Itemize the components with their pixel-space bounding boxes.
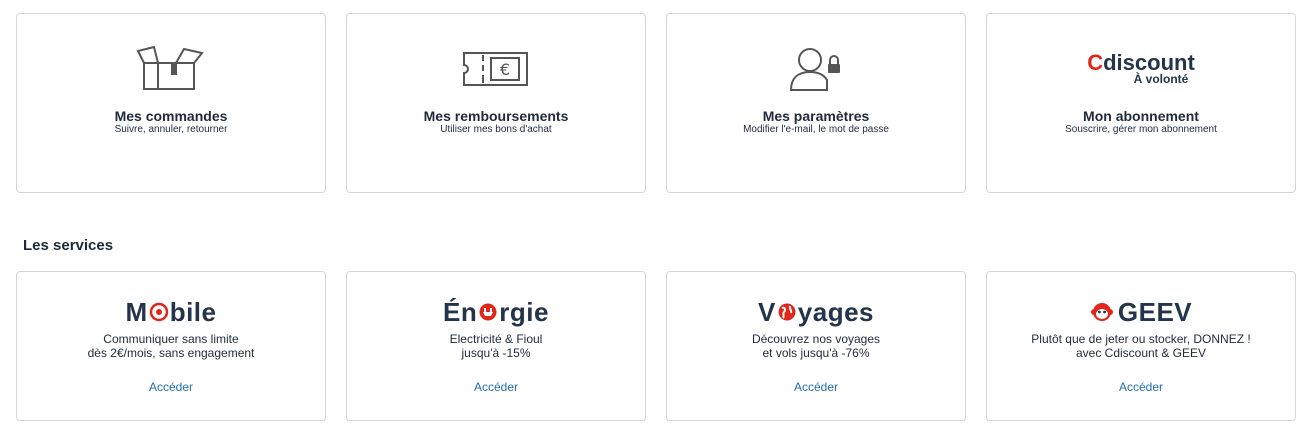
user-lock-icon <box>667 44 965 94</box>
box-icon <box>17 44 325 94</box>
globe-icon <box>778 303 796 321</box>
plug-icon <box>479 303 497 321</box>
geev-logo: GEEV <box>987 294 1295 330</box>
services-heading: Les services <box>23 237 114 254</box>
card-mes-commandes[interactable]: Mes commandes Suivre, annuler, retourner <box>16 13 326 193</box>
acceder-link[interactable]: Accéder <box>667 380 965 394</box>
card-mes-remboursements[interactable]: € Mes remboursements Utiliser mes bons d… <box>346 13 646 193</box>
mobile-logo: M bile <box>125 296 217 327</box>
card-subtitle: Modifier l'e-mail, le mot de passe <box>743 124 889 135</box>
service-card-mobile[interactable]: M bile Communiquer sans limite dès 2€/mo… <box>16 271 326 421</box>
service-description: Découvrez nos voyages et vols jusqu'à -7… <box>751 332 881 360</box>
acceder-link[interactable]: Accéder <box>987 380 1295 394</box>
service-card-voyages[interactable]: V yages Découvrez nos voyages et vols ju… <box>666 271 966 421</box>
cdiscount-logo-text: Cdiscount <box>1087 50 1195 75</box>
cdiscount-a-volonte-logo: Cdiscount À volonté <box>987 44 1295 94</box>
service-card-geev[interactable]: GEEV Plutôt que de jeter ou stocker, DON… <box>986 271 1296 421</box>
card-title: Mon abonnement <box>1083 108 1199 124</box>
acceder-link[interactable]: Accéder <box>347 380 645 394</box>
card-title: Mes paramètres <box>762 108 870 124</box>
service-card-energie[interactable]: Én rgie Electricité & Fioul jusqu'à -15%… <box>346 271 646 421</box>
card-mon-abonnement[interactable]: Cdiscount À volonté Mon abonnement Sousc… <box>986 13 1296 193</box>
geev-monkey-icon <box>1090 303 1113 321</box>
acceder-link[interactable]: Accéder <box>17 380 325 394</box>
card-subtitle: Utiliser mes bons d'achat <box>440 124 552 135</box>
voyages-logo: V yages <box>757 296 875 327</box>
card-mes-parametres[interactable]: Mes paramètres Modifier l'e-mail, le mot… <box>666 13 966 193</box>
signal-icon <box>149 302 168 322</box>
card-subtitle: Souscrire, gérer mon abonnement <box>1065 124 1217 135</box>
service-description: Plutôt que de jeter ou stocker, DONNEZ !… <box>1031 332 1251 360</box>
energie-logo: Én rgie <box>443 296 549 327</box>
card-subtitle: Suivre, annuler, retourner <box>114 124 228 135</box>
a-volonte-tagline: À volonté <box>1133 72 1189 86</box>
euro-voucher-icon: € <box>347 44 645 94</box>
service-description: Communiquer sans limite dès 2€/mois, san… <box>87 332 255 360</box>
card-title: Mes commandes <box>114 108 228 124</box>
card-title: Mes remboursements <box>423 108 569 124</box>
service-description: Electricité & Fioul jusqu'à -15% <box>449 332 543 360</box>
svg-text:€: € <box>500 60 510 79</box>
